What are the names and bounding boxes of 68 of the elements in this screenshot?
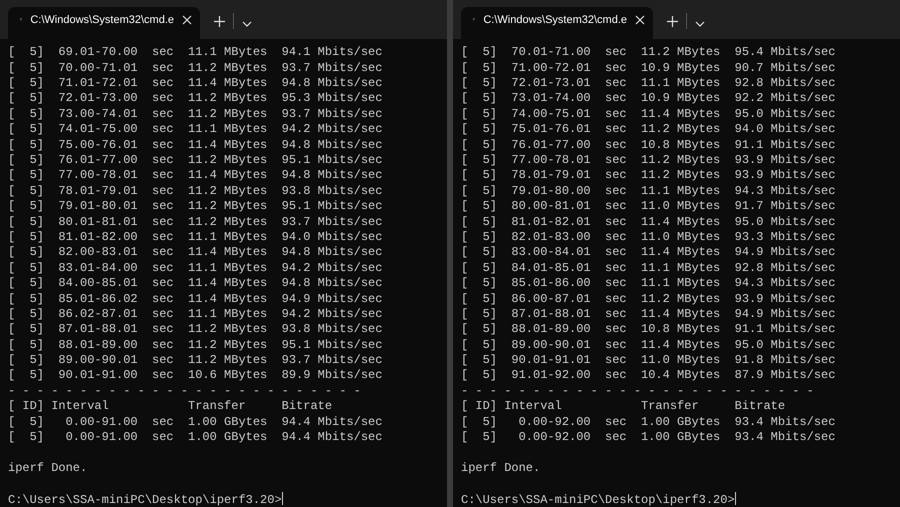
tab-title: C:\Windows\System32\cmd.e [483,12,627,28]
dropdown-button[interactable] [242,21,252,28]
terminal-tab[interactable]: C:\Windows\System32\cmd.e [8,7,200,40]
terminal-line: [ 5] 77.00-78.01 sec 11.4 MBytes 94.8 Mbits/sec [8,168,384,184]
terminal-line: [ 5] 84.00-85.01 sec 11.4 MBytes 94.8 Mbits/sec [8,276,384,292]
terminal-line: [ 5] 82.01-83.00 sec 11.0 MBytes 93.3 Mbits/sec [461,230,836,246]
terminal-line: [ 5] 87.01-88.01 sec 11.4 MBytes 94.9 Mbits/sec [461,306,836,322]
tab-title: C:\Windows\System32\cmd.e [30,12,174,28]
terminal-line: [ 5] 86.02-87.01 sec 11.1 MBytes 94.2 Mbits/sec [8,306,384,322]
new-tab-button[interactable] [667,16,678,28]
terminal-line: [ 5] 79.01-80.01 sec 11.2 MBytes 95.1 Mbits/sec [8,199,384,215]
separator-line: - - - - - - - - - - - - - - - - - - - - - - - - - [461,384,815,400]
terminal-line: [ 5] 71.01-72.01 sec 11.4 MBytes 94.8 Mbits/sec [8,76,384,92]
separator-line: - - - - - - - - - - - - - - - - - - - - - - - - - [8,384,362,400]
terminal-line: [ 5] 71.00-72.01 sec 10.9 MBytes 90.7 Mbits/sec [461,60,836,76]
terminal-line: [ 5] 76.01-77.00 sec 11.2 MBytes 95.1 Mbits/sec [8,153,384,168]
terminal-line: [ 5] 72.01-73.00 sec 11.2 MBytes 95.3 Mbits/sec [8,91,384,107]
terminal-line: [ 5] 89.00-90.01 sec 11.4 MBytes 95.0 Mbits/sec [461,338,836,354]
terminal-line: [ 5] 74.01-75.00 sec 11.1 MBytes 94.2 Mbits/sec [8,122,384,138]
terminal-line: [ 5] 88.01-89.00 sec 11.2 MBytes 95.1 Mbits/sec [8,338,384,354]
terminal-line: [ 5] 70.01-71.00 sec 11.2 MBytes 95.4 Mbits/sec [461,45,836,61]
terminal-line: [ 5] 84.01-85.01 sec 11.1 MBytes 92.8 Mbits/sec [461,260,836,276]
text-cursor [734,492,736,505]
terminal-line: [ 5] 90.01-91.00 sec 10.6 MBytes 89.9 Mbits/sec [8,368,384,384]
terminal-line: [ 5] 78.01-79.01 sec 11.2 MBytes 93.9 Mbits/sec [461,168,836,184]
terminal-line: [ 5] 74.00-75.01 sec 11.4 MBytes 95.0 Mbits/sec [461,106,836,122]
terminal-line: [ 5] 73.01-74.00 sec 10.9 MBytes 92.2 Mbits/sec [461,91,836,107]
terminal-line: [ 5] 85.01-86.00 sec 11.1 MBytes 94.3 Mbits/sec [461,276,836,292]
summary-header: [ ID] Interval Transfer Bitrate [461,399,786,415]
terminal-line: [ 5] 76.01-77.00 sec 10.8 MBytes 91.1 Mbits/sec [461,138,836,154]
terminal-line: [ 5] 75.01-76.01 sec 11.2 MBytes 94.0 Mbits/sec [461,122,836,138]
summary-line: [ 5] 0.00-92.00 sec 1.00 GBytes 93.4 Mbits/sec [461,430,836,446]
terminal-line: [ 5] 73.00-74.01 sec 11.2 MBytes 93.7 Mbits/sec [8,106,384,122]
dropdown-button[interactable] [695,21,705,28]
terminal-line: [ 5] 81.01-82.00 sec 11.1 MBytes 94.0 Mbits/sec [8,230,384,246]
terminal-line: [ 5] 87.01-88.01 sec 11.2 MBytes 93.8 Mbits/sec [8,322,384,338]
text-cursor [282,492,283,505]
terminal-line: [ 5] 79.01-80.00 sec 11.1 MBytes 94.3 Mbits/sec [461,184,836,200]
terminal-line: [ 5] 82.00-83.01 sec 11.4 MBytes 94.8 Mbits/sec [8,245,384,261]
status-line: iperf Done. [8,460,88,476]
terminal-line: [ 5] 86.00-87.01 sec 11.2 MBytes 93.9 Mbits/sec [461,292,836,307]
terminal-line: [ 5] 81.01-82.01 sec 11.4 MBytes 95.0 Mbits/sec [461,214,836,230]
terminal-line: [ 5] 83.00-84.01 sec 11.4 MBytes 94.9 Mbits/sec [461,245,836,261]
terminal-line: [ 5] 90.01-91.01 sec 11.0 MBytes 91.8 Mbits/sec [461,353,836,368]
terminal-line: [ 5] 83.01-84.00 sec 11.1 MBytes 94.2 Mbits/sec [8,260,384,276]
summary-line: [ 5] 0.00-92.00 sec 1.00 GBytes 93.4 Mbits/sec [461,414,836,430]
close-tab-button[interactable] [635,14,645,25]
terminal-line: [ 5] 72.01-73.01 sec 11.1 MBytes 92.8 Mbits/sec [461,76,836,92]
command-prompt: C:\Users\SSA-miniPC\Desktop\iperf3.20> [461,492,735,507]
terminal-tab[interactable]: C:\Windows\System32\cmd.e [461,7,653,40]
terminal-line: [ 5] 70.00-71.01 sec 11.2 MBytes 93.7 Mbits/sec [8,60,384,76]
status-line: iperf Done. [461,460,542,476]
summary-line: [ 5] 0.00-91.00 sec 1.00 GBytes 94.4 Mbits/sec [8,414,384,430]
terminal-line: [ 5] 75.00-76.01 sec 11.4 MBytes 94.8 Mbits/sec [8,138,384,154]
terminal-line: [ 5] 69.01-70.00 sec 11.1 MBytes 94.1 Mbits/sec [8,45,384,61]
new-tab-button[interactable] [214,16,225,28]
close-tab-button[interactable] [182,14,192,25]
terminal-line: [ 5] 80.01-81.01 sec 11.2 MBytes 93.7 Mbits/sec [8,214,384,230]
terminal-line: [ 5] 88.01-89.00 sec 10.8 MBytes 91.1 Mbits/sec [461,322,836,338]
terminal-line: [ 5] 91.01-92.00 sec 10.4 MBytes 87.9 Mbits/sec [461,368,836,384]
terminal-line: [ 5] 89.00-90.01 sec 11.2 MBytes 93.7 Mbits/sec [8,353,384,368]
terminal-line: [ 5] 85.01-86.02 sec 11.4 MBytes 94.9 Mbits/sec [8,292,384,307]
summary-line: [ 5] 0.00-91.00 sec 1.00 GBytes 94.4 Mbits/sec [8,430,384,446]
command-prompt: C:\Users\SSA-miniPC\Desktop\iperf3.20> [8,492,282,507]
summary-header: [ ID] Interval Transfer Bitrate [8,399,334,415]
terminal-line: [ 5] 77.00-78.01 sec 11.2 MBytes 93.9 Mbits/sec [461,153,836,168]
terminal-line: [ 5] 80.00-81.01 sec 11.0 MBytes 91.7 Mbits/sec [461,199,836,215]
terminal-line: [ 5] 78.01-79.01 sec 11.2 MBytes 93.8 Mbits/sec [8,184,384,200]
